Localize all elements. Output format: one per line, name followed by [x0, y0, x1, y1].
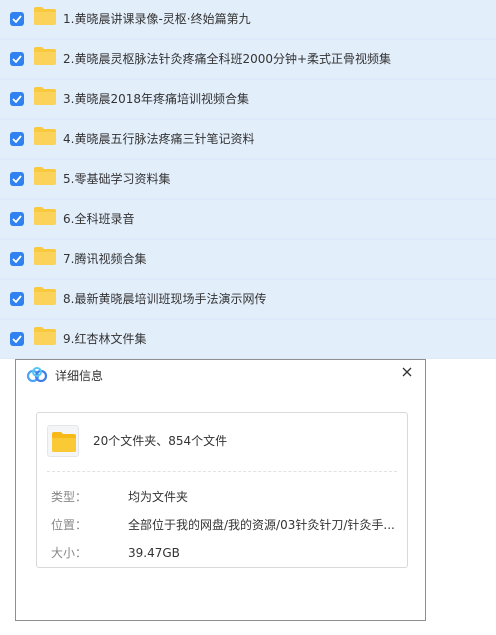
file-name[interactable]: 8.最新黄晓晨培训班现场手法演示网传 [63, 290, 266, 308]
checkbox-checked[interactable] [10, 172, 24, 186]
file-list: 1.黄晓晨讲课录像-灵枢·终始篇第九 2.黄晓晨灵枢脉法针灸疼痛全科班2000分… [0, 0, 496, 359]
file-row[interactable]: 8.最新黄晓晨培训班现场手法演示网传 [0, 280, 496, 318]
checkbox-checked[interactable] [10, 212, 24, 226]
location-value[interactable]: 全部位于我的网盘/我的资源/03针灸针刀/针灸手... [128, 517, 395, 533]
file-row[interactable]: 9.红杏林文件集 [0, 320, 496, 358]
baidu-netdisk-logo-icon [26, 367, 48, 383]
type-label: 类型： [51, 490, 88, 504]
folder-icon [34, 287, 56, 305]
file-name[interactable]: 5.零基础学习资料集 [63, 170, 170, 188]
folder-icon [47, 425, 79, 457]
panel-title: 详细信息 [55, 369, 104, 383]
folder-icon [34, 207, 56, 225]
file-row[interactable]: 6.全科班录音 [0, 200, 496, 238]
detail-panel: 详细信息 20个文件夹、854个文件 类型： 均为文件夹 位置： 全部位于我的网… [15, 359, 426, 621]
checkbox-checked[interactable] [10, 252, 24, 266]
file-row[interactable]: 4.黄晓晨五行脉法疼痛三针笔记资料 [0, 120, 496, 158]
folder-icon [34, 87, 56, 105]
size-value: 39.47GB [128, 546, 180, 560]
folder-icon [34, 247, 56, 265]
file-name[interactable]: 2.黄晓晨灵枢脉法针灸疼痛全科班2000分钟+柔式正骨视频集 [63, 50, 391, 68]
file-row[interactable]: 3.黄晓晨2018年疼痛培训视频合集 [0, 80, 496, 118]
folder-icon [34, 127, 56, 145]
file-name[interactable]: 1.黄晓晨讲课录像-灵枢·终始篇第九 [63, 10, 251, 28]
checkbox-checked[interactable] [10, 92, 24, 106]
selection-summary: 20个文件夹、854个文件 [93, 434, 228, 448]
info-card: 20个文件夹、854个文件 类型： 均为文件夹 位置： 全部位于我的网盘/我的资… [36, 412, 408, 568]
folder-icon [34, 7, 56, 25]
folder-icon [34, 327, 56, 345]
close-icon [402, 367, 412, 377]
checkbox-checked[interactable] [10, 12, 24, 26]
file-row[interactable]: 7.腾讯视频合集 [0, 240, 496, 278]
location-label: 位置： [51, 518, 88, 532]
checkbox-checked[interactable] [10, 332, 24, 346]
file-name[interactable]: 9.红杏林文件集 [63, 330, 146, 348]
file-row[interactable]: 2.黄晓晨灵枢脉法针灸疼痛全科班2000分钟+柔式正骨视频集 [0, 40, 496, 78]
checkbox-checked[interactable] [10, 132, 24, 146]
panel-header: 详细信息 [16, 360, 425, 392]
checkbox-checked[interactable] [10, 292, 24, 306]
type-value: 均为文件夹 [128, 490, 189, 504]
file-name[interactable]: 4.黄晓晨五行脉法疼痛三针笔记资料 [63, 130, 254, 148]
file-name[interactable]: 6.全科班录音 [63, 210, 134, 228]
file-row[interactable]: 5.零基础学习资料集 [0, 160, 496, 198]
close-button[interactable] [397, 362, 417, 382]
file-row[interactable]: 1.黄晓晨讲课录像-灵枢·终始篇第九 [0, 0, 496, 38]
divider [47, 471, 397, 472]
file-name[interactable]: 7.腾讯视频合集 [63, 250, 146, 268]
folder-icon [34, 167, 56, 185]
checkbox-checked[interactable] [10, 52, 24, 66]
file-name[interactable]: 3.黄晓晨2018年疼痛培训视频合集 [63, 90, 249, 108]
folder-icon [34, 47, 56, 65]
size-label: 大小： [51, 546, 88, 560]
